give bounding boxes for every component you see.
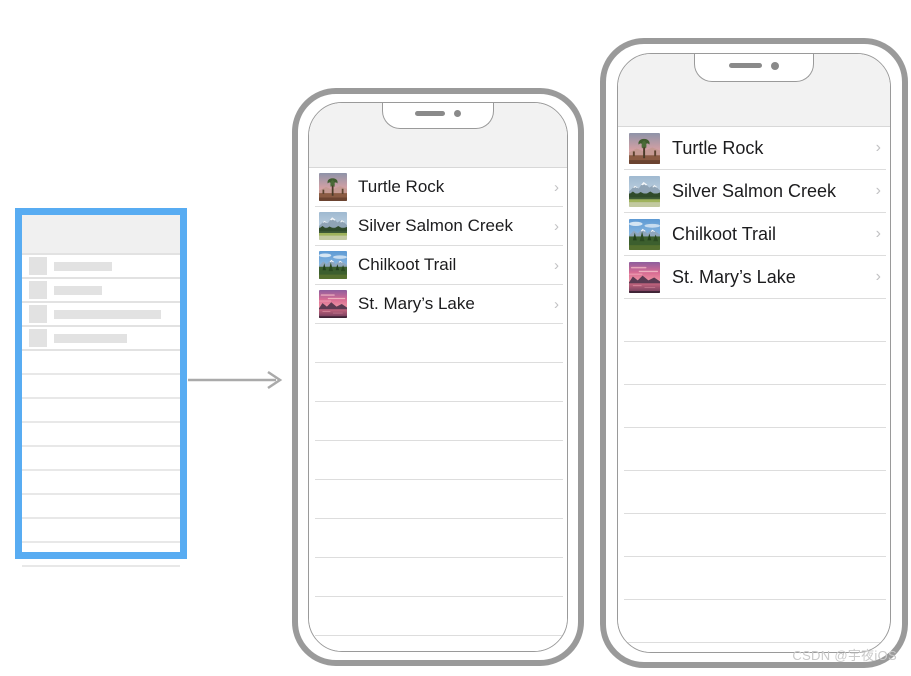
chevron-right-icon: › xyxy=(554,217,559,235)
wireframe-placeholder-row xyxy=(22,255,180,279)
list-empty-row xyxy=(309,363,567,401)
chevron-right-icon: › xyxy=(554,295,559,313)
turtle-rock-thumbnail xyxy=(319,173,347,201)
wireframe-empty-row xyxy=(22,375,180,399)
notch xyxy=(382,103,494,129)
list-empty-row xyxy=(309,402,567,440)
wireframe-empty-row xyxy=(22,543,180,567)
list-empty-row xyxy=(309,324,567,362)
phone-screen: Turtle Rock › Silver Salmon Creek › Chil… xyxy=(309,103,567,651)
phone-screen: Turtle Rock › Silver Salmon Creek › Chil… xyxy=(618,54,890,652)
list-wireframe-mockup xyxy=(15,208,187,567)
list-empty-row xyxy=(618,342,890,384)
list-item-label: Turtle Rock xyxy=(672,137,764,158)
wireframe-text-placeholder xyxy=(54,333,127,343)
chilkoot-trail-thumbnail xyxy=(629,218,660,250)
list-item-label: St. Mary’s Lake xyxy=(358,294,475,313)
chevron-right-icon: › xyxy=(875,225,881,242)
wireframe-header-bar xyxy=(22,215,180,255)
wireframe-text-placeholder xyxy=(54,261,112,271)
phone-inner-frame: Turtle Rock › Silver Salmon Creek › Chil… xyxy=(308,102,568,652)
wireframe-placeholder-row xyxy=(22,327,180,351)
list-empty-row xyxy=(618,471,890,513)
chilkoot-trail-thumbnail xyxy=(319,251,347,279)
silver-salmon-creek-thumbnail xyxy=(629,175,660,207)
status-bar-area xyxy=(618,54,890,127)
chevron-right-icon: › xyxy=(875,182,881,199)
phone-preview-compact: Turtle Rock › Silver Salmon Creek › Chil… xyxy=(292,88,584,666)
front-camera-icon xyxy=(454,110,461,117)
list-empty-row xyxy=(309,480,567,518)
list-item-label: Chilkoot Trail xyxy=(358,255,457,274)
wireframe-empty-row xyxy=(22,447,180,471)
chevron-right-icon: › xyxy=(875,268,881,285)
list-empty-row xyxy=(309,558,567,596)
list-item-label: Chilkoot Trail xyxy=(672,223,777,244)
wireframe-empty-row xyxy=(22,471,180,495)
status-bar-area xyxy=(309,103,567,168)
list-empty-row xyxy=(618,428,890,470)
list-empty-row xyxy=(309,636,567,651)
wireframe-empty-row xyxy=(22,495,180,519)
front-camera-icon xyxy=(771,61,779,70)
speaker-grille-icon xyxy=(415,111,445,116)
list-item-label: Silver Salmon Creek xyxy=(358,216,513,235)
list-empty-row xyxy=(618,600,890,642)
st-marys-lake-thumbnail xyxy=(319,290,347,318)
watermark: CSDN @宇夜iOS xyxy=(792,648,897,663)
wireframe-empty-row xyxy=(22,423,180,447)
list-item[interactable]: Chilkoot Trail › xyxy=(618,213,890,255)
list-item[interactable]: Silver Salmon Creek › xyxy=(618,170,890,212)
wireframe-thumbnail-placeholder xyxy=(29,257,47,275)
st-marys-lake-thumbnail xyxy=(629,261,660,293)
speaker-grille-icon xyxy=(729,63,762,68)
landmark-list[interactable]: Turtle Rock › Silver Salmon Creek › Chil… xyxy=(618,127,890,652)
phone-inner-frame: Turtle Rock › Silver Salmon Creek › Chil… xyxy=(617,53,891,653)
chevron-right-icon: › xyxy=(554,178,559,196)
notch xyxy=(694,54,814,82)
list-empty-row xyxy=(618,385,890,427)
wireframe-empty-row xyxy=(22,399,180,423)
wireframe-empty-row xyxy=(22,351,180,375)
list-item[interactable]: St. Mary’s Lake › xyxy=(309,285,567,323)
silver-salmon-creek-thumbnail xyxy=(319,212,347,240)
wireframe-text-placeholder xyxy=(54,285,102,295)
list-item-label: Turtle Rock xyxy=(358,177,445,196)
list-empty-row xyxy=(309,519,567,557)
list-item[interactable]: St. Mary’s Lake › xyxy=(618,256,890,298)
wireframe-thumbnail-placeholder xyxy=(29,329,47,347)
list-item[interactable]: Turtle Rock › xyxy=(309,168,567,206)
list-empty-row xyxy=(309,441,567,479)
list-item-label: Silver Salmon Creek xyxy=(672,180,837,201)
wireframe-placeholder-row xyxy=(22,303,180,327)
wireframe-thumbnail-placeholder xyxy=(29,281,47,299)
wireframe-placeholder-row xyxy=(22,279,180,303)
chevron-right-icon: › xyxy=(554,256,559,274)
list-item[interactable]: Chilkoot Trail › xyxy=(309,246,567,284)
list-empty-row xyxy=(618,514,890,556)
turtle-rock-thumbnail xyxy=(629,132,660,164)
list-item[interactable]: Silver Salmon Creek › xyxy=(309,207,567,245)
phone-preview-large: Turtle Rock › Silver Salmon Creek › Chil… xyxy=(600,38,908,668)
wireframe-thumbnail-placeholder xyxy=(29,305,47,323)
wireframe-text-placeholder xyxy=(54,309,161,319)
transform-arrow-icon xyxy=(188,370,283,390)
landmark-list[interactable]: Turtle Rock › Silver Salmon Creek › Chil… xyxy=(309,168,567,651)
list-item-label: St. Mary’s Lake xyxy=(672,266,796,287)
list-item[interactable]: Turtle Rock › xyxy=(618,127,890,169)
wireframe-row-list xyxy=(22,255,180,567)
list-empty-row xyxy=(618,299,890,341)
wireframe-empty-row xyxy=(22,519,180,543)
list-empty-row xyxy=(309,597,567,635)
list-empty-row xyxy=(618,557,890,599)
chevron-right-icon: › xyxy=(875,139,881,156)
